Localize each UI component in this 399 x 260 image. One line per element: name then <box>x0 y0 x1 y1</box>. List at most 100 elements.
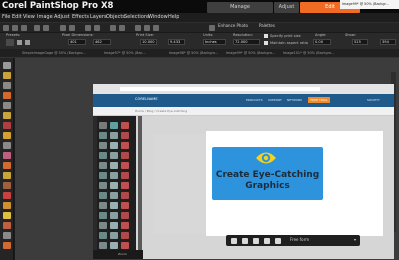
text-tool-icon[interactable] <box>3 212 11 219</box>
selection-tool-icon[interactable] <box>3 82 11 89</box>
menu-help[interactable]: Help <box>168 14 179 20</box>
guides-icon[interactable] <box>119 25 125 31</box>
flip-icon[interactable] <box>264 238 270 244</box>
enhance-photo-menu[interactable]: Enhance Photo <box>218 23 248 28</box>
banner-line-1: Create Eye-Catching <box>215 170 320 180</box>
nested-scrollbar <box>138 116 142 259</box>
menu-effects[interactable]: Effects <box>72 14 89 20</box>
menu-edit[interactable]: Edit <box>12 14 22 20</box>
warp-brush-icon[interactable] <box>3 182 11 189</box>
pan-tool-icon[interactable] <box>3 62 11 69</box>
app-title: Corel PaintShop Pro X8 <box>2 1 114 11</box>
eraser-icon[interactable] <box>3 192 11 199</box>
rotate-right-icon[interactable] <box>253 238 259 244</box>
chevron-down-icon[interactable]: ▾ <box>354 237 356 242</box>
grid-icon[interactable] <box>110 25 116 31</box>
menu-window[interactable]: Window <box>148 14 168 20</box>
zoom-icon[interactable] <box>85 25 91 31</box>
crop-icon[interactable] <box>60 25 66 31</box>
units-select[interactable]: Inches <box>203 39 226 45</box>
menu-file[interactable]: File <box>2 14 10 20</box>
menu-selections[interactable]: Selections <box>124 14 150 20</box>
print-width-input[interactable]: 10.000 <box>140 39 157 45</box>
maintain-aspect-label: Maintain aspect ratio <box>270 41 308 45</box>
tab-manage[interactable]: Manage <box>207 2 273 13</box>
snap-icon[interactable] <box>275 238 281 244</box>
checkmark-icon[interactable] <box>17 40 22 45</box>
tool-options-palette <box>0 32 399 49</box>
fit-icon[interactable] <box>94 25 100 31</box>
tab-adjust[interactable]: Adjust <box>274 2 299 13</box>
doc-tab-3[interactable]: Image98* @ 50% (Backgro... <box>169 50 218 57</box>
pick-tool-icon[interactable] <box>3 72 11 79</box>
history-icon[interactable] <box>153 25 159 31</box>
print-height-input[interactable]: 9.433 <box>168 39 185 45</box>
doc-tab-4[interactable]: Image99* @ 50% (Backgro... <box>226 50 275 57</box>
shape-tool-icon[interactable] <box>3 222 11 229</box>
canvas-margin <box>153 134 206 234</box>
menu-layers[interactable]: Layers <box>90 14 107 20</box>
menu-image[interactable]: Image <box>37 14 53 20</box>
open-file-icon[interactable] <box>12 25 18 31</box>
redo-icon[interactable] <box>43 25 49 31</box>
crop-mode-select[interactable]: Free form <box>290 237 309 242</box>
new-file-icon[interactable] <box>3 25 9 31</box>
makeover-tool-icon[interactable] <box>3 132 11 139</box>
specify-print-size-checkbox[interactable] <box>264 34 268 38</box>
nested-row <box>99 141 139 150</box>
specify-print-size-label: Specify print size <box>270 34 301 38</box>
undo-icon[interactable] <box>34 25 40 31</box>
airbrush-icon[interactable] <box>3 172 11 179</box>
show-height-input[interactable]: 394 <box>380 39 396 45</box>
scratch-remover-icon[interactable] <box>3 152 11 159</box>
doc-tab-active[interactable]: Image99* @ 50% (Backgr... <box>340 0 399 9</box>
standard-toolbar <box>0 22 399 32</box>
browser-address-bar <box>120 87 320 91</box>
maintain-aspect-checkbox[interactable] <box>264 41 268 45</box>
width-input[interactable]: 401 <box>68 39 86 45</box>
rotate-icon[interactable] <box>69 25 75 31</box>
paint-brush-icon[interactable] <box>3 162 11 169</box>
rotate-left-icon[interactable] <box>242 238 248 244</box>
dropper-tool-icon[interactable] <box>3 92 11 99</box>
menu-view[interactable]: View <box>23 14 35 20</box>
menu-objects[interactable]: Objects <box>106 14 125 20</box>
angle-label: Angle: <box>315 33 327 37</box>
angle-input[interactable]: 0.00 <box>313 39 331 45</box>
nested-row <box>99 131 139 140</box>
pen-tool-icon[interactable] <box>3 232 11 239</box>
flood-fill-icon[interactable] <box>3 202 11 209</box>
height-input[interactable]: 462 <box>93 39 111 45</box>
red-eye-tool-icon[interactable] <box>3 122 11 129</box>
color-changer-icon[interactable] <box>3 242 11 249</box>
site-nav-products: PRODUCTS <box>246 98 263 102</box>
doc-tab-5[interactable]: Image101* @ 50% (Backgro... <box>283 50 334 57</box>
site-nav-support: SUPPORT <box>268 98 282 102</box>
resolution-label: Resolution: <box>233 33 253 37</box>
resolution-input[interactable]: 72.000 <box>233 39 260 45</box>
show-label: Show: <box>345 33 356 37</box>
nested-row <box>99 231 139 240</box>
nested-row <box>99 121 139 130</box>
crop-tool-icon[interactable] <box>3 102 11 109</box>
layers-icon[interactable] <box>135 25 141 31</box>
materials-icon[interactable] <box>144 25 150 31</box>
site-nav-network: NETWORK <box>287 98 303 102</box>
preset-selector[interactable] <box>6 39 14 46</box>
enhance-photo-icon[interactable] <box>209 25 215 31</box>
banner-headline: Create Eye-Catching Graphics <box>212 170 323 192</box>
units-label: Units: <box>203 33 214 37</box>
show-width-input[interactable]: 525 <box>352 39 368 45</box>
clone-tool-icon[interactable] <box>3 142 11 149</box>
nested-row <box>99 241 139 250</box>
doc-tab-1[interactable]: SimpleImageGage @ 50% (Backgro... <box>22 50 86 57</box>
menu-adjust[interactable]: Adjust <box>54 14 70 20</box>
doc-tab-2[interactable]: Image97* @ 50% (Bac... <box>104 50 146 57</box>
save-icon[interactable] <box>21 25 27 31</box>
nested-zoom-label: Zoom <box>118 252 127 256</box>
apply-icon[interactable] <box>231 238 237 244</box>
cancel-icon[interactable] <box>25 40 30 45</box>
straighten-tool-icon[interactable] <box>3 112 11 119</box>
palettes-menu[interactable]: Palettes <box>259 23 275 28</box>
presets-label: Presets: <box>6 33 21 37</box>
